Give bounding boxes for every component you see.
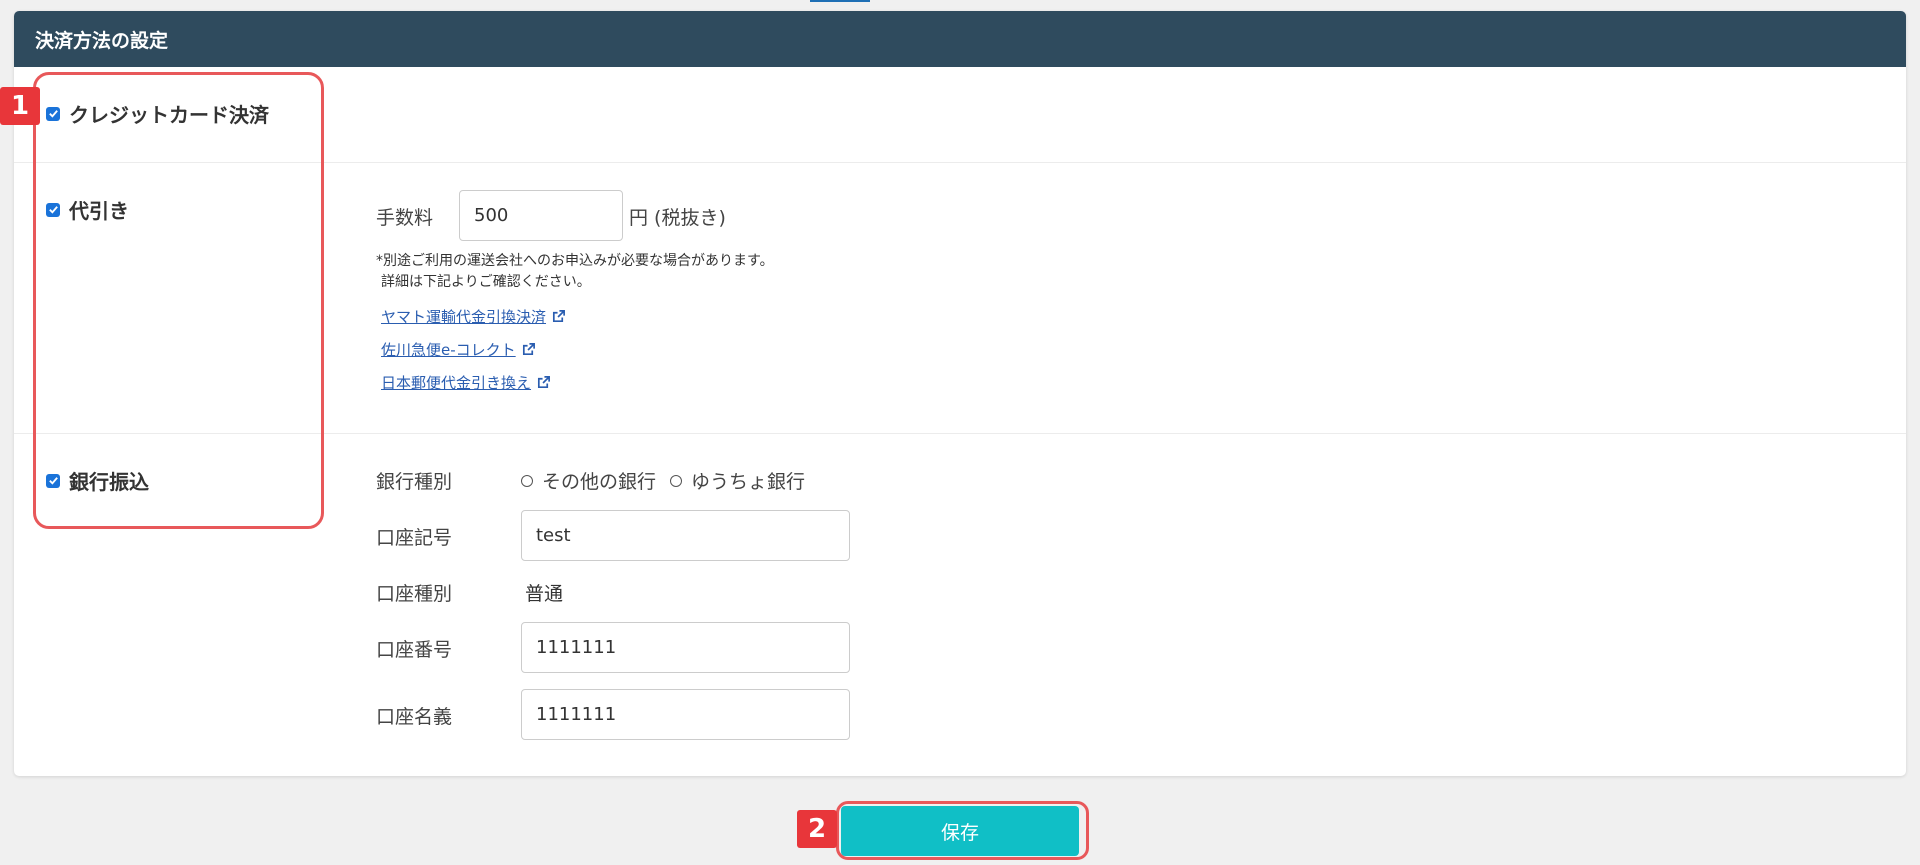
save-button[interactable]: 保存 <box>841 806 1079 856</box>
radio-yucho-bank-label: ゆうちょ銀行 <box>691 471 806 493</box>
radio-yucho-bank[interactable]: ゆうちょ銀行 <box>670 467 805 494</box>
cod-note: *別途ご利用の運送会社へのお申込みが必要な場合があります。 詳細は下記よりご確認… <box>376 251 774 293</box>
account-code-label: 口座記号 <box>376 527 453 549</box>
link-sagawa-text: 佐川急便e-コレクト <box>381 341 516 359</box>
panel-title: 決済方法の設定 <box>14 11 1906 67</box>
cod-label: 代引き <box>69 199 129 223</box>
payment-settings-panel: 決済方法の設定 クレジットカード決済 代引き 手数料 500 円 (税抜き) *… <box>14 11 1906 776</box>
cod-row: 代引き 手数料 500 円 (税抜き) *別途ご利用の運送会社へのお申込みが必要… <box>14 163 1906 434</box>
radio-unchecked-icon <box>670 474 683 487</box>
cod-note-line2: 詳細は下記よりご確認ください。 <box>381 274 591 290</box>
radio-unchecked-icon <box>521 474 533 487</box>
external-link-icon <box>552 310 565 323</box>
credit-card-row: クレジットカード決済 <box>14 67 1906 163</box>
bank-transfer-checkbox[interactable]: 銀行振込 <box>46 466 149 495</box>
account-type-label: 口座種別 <box>376 583 453 605</box>
account-name-label: 口座名義 <box>376 706 453 728</box>
fee-label: 手数料 <box>376 207 434 229</box>
active-tab-indicator <box>810 0 870 2</box>
bank-transfer-label: 銀行振込 <box>69 470 149 494</box>
checkbox-checked-icon <box>46 106 60 121</box>
radio-other-bank[interactable]: その他の銀行 <box>521 467 656 494</box>
account-name-input[interactable]: 1111111 <box>521 689 850 740</box>
external-link-icon <box>522 343 535 356</box>
cod-checkbox[interactable]: 代引き <box>46 195 129 224</box>
link-yamato-text: ヤマト運輸代金引換決済 <box>381 308 547 326</box>
callout-badge-2: 2 <box>797 810 837 848</box>
account-number-input[interactable]: 1111111 <box>521 622 850 673</box>
radio-other-bank-label: その他の銀行 <box>542 471 657 493</box>
checkbox-checked-icon <box>46 202 60 217</box>
callout-badge-1: 1 <box>0 87 40 125</box>
fee-input[interactable]: 500 <box>459 190 623 241</box>
account-code-input[interactable]: test <box>521 510 850 561</box>
link-sagawa[interactable]: 佐川急便e-コレクト <box>381 339 536 360</box>
account-number-label: 口座番号 <box>376 639 453 661</box>
bank-type-label: 銀行種別 <box>376 471 453 493</box>
checkbox-checked-icon <box>46 473 60 488</box>
link-yamato[interactable]: ヤマト運輸代金引換決済 <box>381 306 566 327</box>
link-japanpost-text: 日本郵便代金引き換え <box>381 374 532 392</box>
bank-type-radio-group: その他の銀行 ゆうちょ銀行 <box>521 467 819 494</box>
fee-unit: 円 (税抜き) <box>629 207 726 229</box>
credit-card-label: クレジットカード決済 <box>69 103 269 127</box>
bank-transfer-row: 銀行振込 銀行種別 その他の銀行 ゆうちょ銀行 口座記号 test 口座種別 普… <box>14 434 1906 776</box>
credit-card-checkbox[interactable]: クレジットカード決済 <box>46 99 269 128</box>
account-type-value: 普通 <box>525 583 564 605</box>
external-link-icon <box>537 376 550 389</box>
link-japanpost[interactable]: 日本郵便代金引き換え <box>381 372 551 393</box>
cod-note-line1: *別途ご利用の運送会社へのお申込みが必要な場合があります。 <box>376 253 774 269</box>
